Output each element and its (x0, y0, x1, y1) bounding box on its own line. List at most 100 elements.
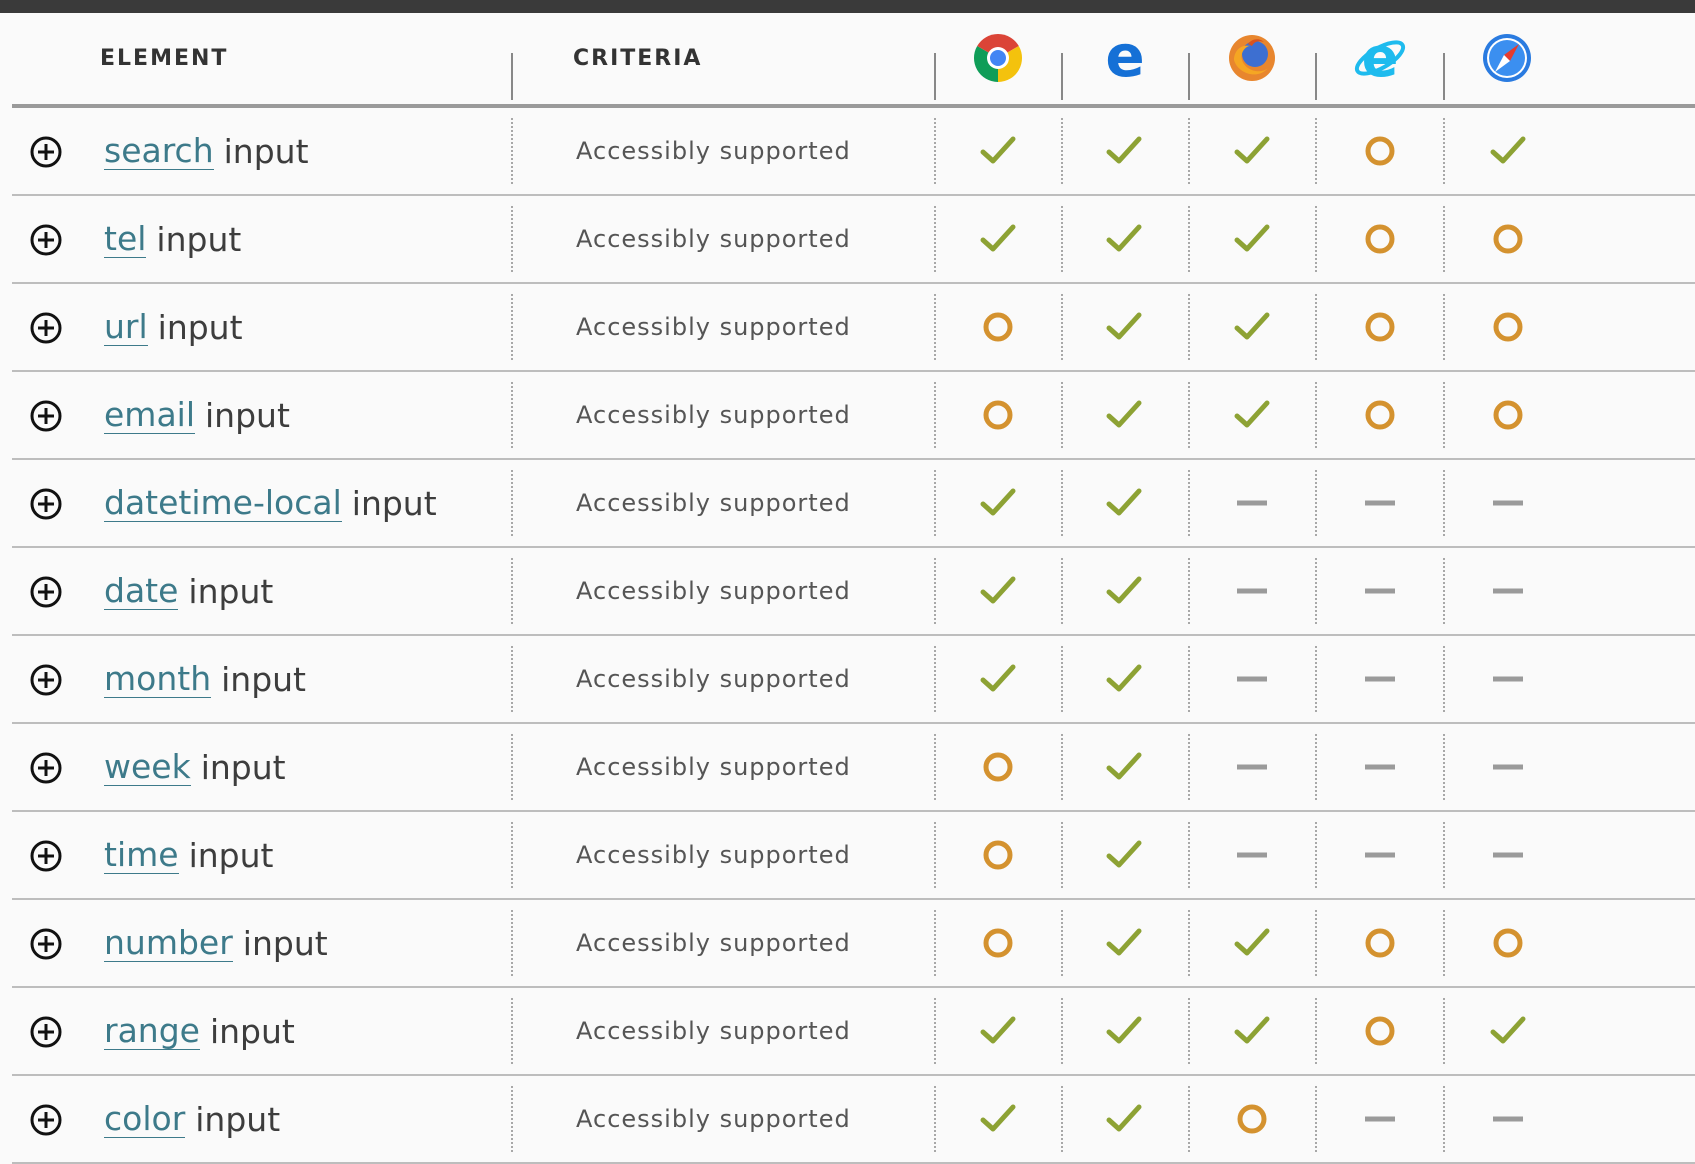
element-link[interactable]: number (104, 924, 233, 962)
element-suffix: input (221, 659, 306, 699)
expand-icon[interactable] (29, 1103, 63, 1137)
not-applicable-dash-icon (1232, 747, 1272, 787)
not-applicable-dash-icon (1360, 483, 1400, 523)
expand-icon[interactable] (29, 575, 63, 609)
cell-divider (1061, 558, 1063, 624)
element-link[interactable]: datetime-local (104, 484, 342, 522)
top-border (0, 0, 1695, 13)
element-link[interactable]: range (104, 1012, 200, 1050)
expand-icon[interactable] (29, 1015, 63, 1049)
partial-support-circle-icon (978, 395, 1018, 435)
supported-check-icon (1488, 131, 1528, 171)
criteria-text: Accessibly supported (576, 929, 851, 957)
cell-divider (934, 382, 936, 448)
cell-divider (511, 558, 513, 624)
element-suffix: input (157, 307, 243, 347)
element-link[interactable]: week (104, 748, 191, 786)
supported-check-icon (1104, 571, 1144, 611)
expand-icon[interactable] (29, 223, 63, 257)
partial-support-circle-icon (978, 835, 1018, 875)
supported-check-icon (978, 219, 1018, 259)
cell-divider (1061, 206, 1063, 272)
supported-check-icon (1104, 659, 1144, 699)
svg-text:e: e (1362, 30, 1399, 86)
element-link[interactable]: tel (104, 220, 147, 258)
internet-explorer-icon: e (1352, 30, 1408, 86)
table-row: color input Accessibly supported (12, 1076, 1695, 1164)
element-link[interactable]: month (104, 660, 212, 698)
table-row: date input Accessibly supported (12, 548, 1695, 636)
element-suffix: input (205, 395, 290, 435)
chrome-icon (970, 30, 1026, 86)
not-applicable-dash-icon (1360, 1099, 1400, 1139)
cell-divider (934, 734, 936, 800)
criteria-text: Accessibly supported (576, 137, 851, 165)
expand-icon[interactable] (29, 135, 63, 169)
cell-divider (511, 294, 513, 360)
element-suffix: input (209, 1011, 295, 1051)
expand-icon[interactable] (29, 487, 63, 521)
criteria-text: Accessibly supported (576, 1105, 851, 1133)
element-link[interactable]: date (104, 572, 179, 610)
partial-support-circle-icon (1360, 1011, 1400, 1051)
cell-divider (1061, 822, 1063, 888)
cell-divider (934, 646, 936, 712)
partial-support-circle-icon (1488, 923, 1528, 963)
expand-icon[interactable] (29, 311, 63, 345)
cell-divider (934, 1086, 936, 1152)
cell-divider (1188, 382, 1190, 448)
supported-check-icon (1232, 395, 1272, 435)
element-suffix: input (351, 483, 437, 523)
cell-divider (1188, 822, 1190, 888)
expand-icon[interactable] (29, 399, 63, 433)
table-row: url input Accessibly supported (12, 284, 1695, 372)
table-row: email input Accessibly supported (12, 372, 1695, 460)
partial-support-circle-icon (1360, 219, 1400, 259)
element-link[interactable]: search (104, 132, 214, 170)
cell-divider (1315, 998, 1317, 1064)
cell-divider (1315, 1086, 1317, 1152)
supported-check-icon (1104, 747, 1144, 787)
table-row: datetime-local input Accessibly supported (12, 460, 1695, 548)
table-row: month input Accessibly supported (12, 636, 1695, 724)
not-applicable-dash-icon (1360, 571, 1400, 611)
not-applicable-dash-icon (1232, 835, 1272, 875)
cell-divider (1315, 910, 1317, 976)
cell-divider (934, 470, 936, 536)
cell-divider (934, 910, 936, 976)
element-link[interactable]: email (104, 396, 196, 434)
cell-divider (1443, 382, 1445, 448)
cell-divider (1443, 206, 1445, 272)
cell-divider (1061, 646, 1063, 712)
supported-check-icon (1232, 307, 1272, 347)
cell-divider (511, 382, 513, 448)
element-name: tel input (104, 196, 241, 282)
expand-icon[interactable] (29, 663, 63, 697)
element-suffix: input (200, 747, 286, 787)
criteria-text: Accessibly supported (576, 313, 851, 341)
expand-icon[interactable] (29, 927, 63, 961)
cell-divider (1188, 470, 1190, 536)
element-link[interactable]: url (104, 308, 148, 346)
element-link[interactable]: color (104, 1100, 186, 1138)
criteria-column-header: CRITERIA (573, 46, 703, 71)
criteria-text: Accessibly supported (576, 489, 851, 517)
supported-check-icon (1488, 1011, 1528, 1051)
cell-divider (1061, 1086, 1063, 1152)
not-applicable-dash-icon (1488, 659, 1528, 699)
partial-support-circle-icon (1360, 395, 1400, 435)
expand-icon[interactable] (29, 751, 63, 785)
element-link[interactable]: time (104, 836, 179, 874)
cell-divider (1061, 998, 1063, 1064)
cell-divider (511, 822, 513, 888)
table-row: range input Accessibly supported (12, 988, 1695, 1076)
table-header: ELEMENT CRITERIA e e (12, 13, 1695, 108)
cell-divider (1443, 470, 1445, 536)
expand-icon[interactable] (29, 839, 63, 873)
cell-divider (1061, 382, 1063, 448)
partial-support-circle-icon (1360, 131, 1400, 171)
not-applicable-dash-icon (1232, 483, 1272, 523)
supported-check-icon (1104, 1099, 1144, 1139)
edge-icon: e (1097, 30, 1153, 86)
not-applicable-dash-icon (1360, 659, 1400, 699)
